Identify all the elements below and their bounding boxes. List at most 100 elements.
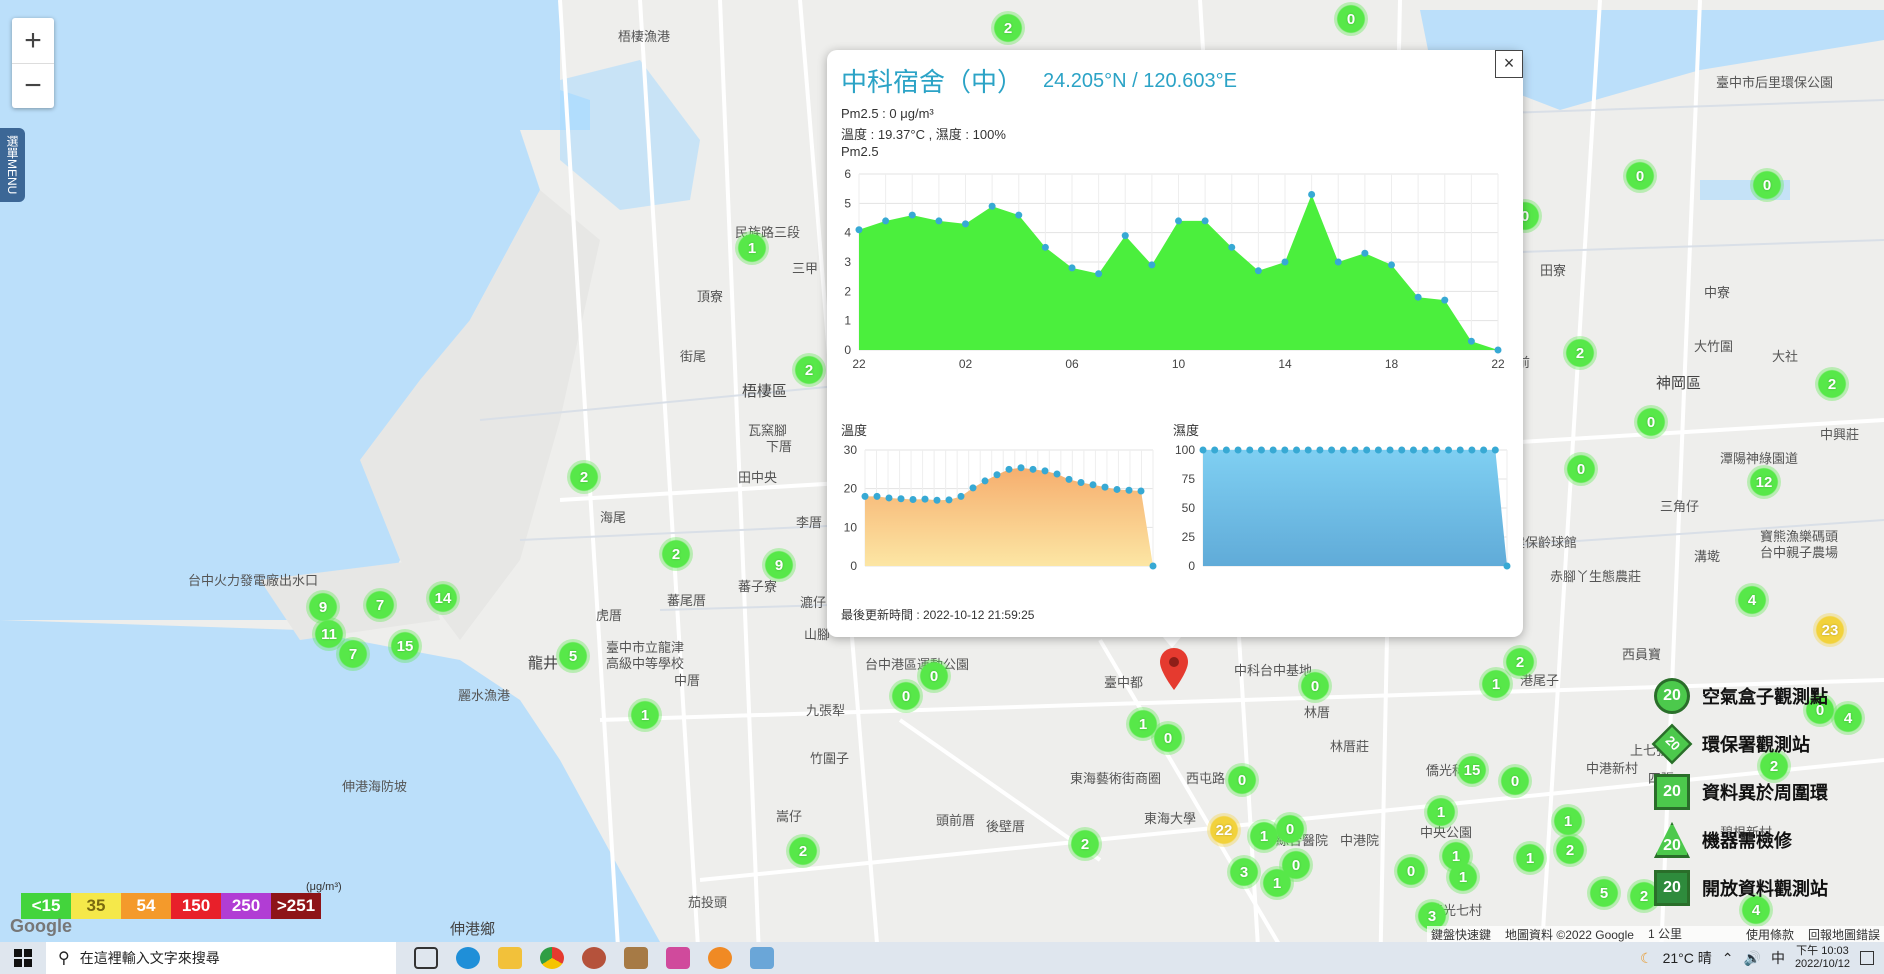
menu-tab[interactable]: 選單MENU [0,128,25,202]
station-type-item[interactable]: 20 資料異於周圍環 [1654,768,1884,816]
pm25-chart-label: Pm2.5 [841,144,879,159]
y-tick-label: 50 [1182,501,1196,515]
place-label: 龍井 [528,655,559,672]
station-type-label: 空氣盒子觀測點 [1702,687,1828,707]
place-label: 茄投頭 [688,895,728,910]
sensor-marker[interactable]: 2 [792,353,826,387]
weather-text[interactable]: 21°C 晴 [1663,948,1712,968]
data-point [1361,249,1369,257]
terms-link[interactable]: 使用條款 [1746,926,1794,943]
sensor-marker[interactable]: 0 [1623,159,1657,193]
place-label: 高級中等學校 [606,656,685,671]
sensor-marker[interactable]: 15 [1455,753,1489,787]
sensor-marker[interactable]: 2 [1553,833,1587,867]
sensor-marker[interactable]: 5 [556,639,590,673]
sensor-marker[interactable]: 1 [735,231,769,265]
sensor-marker[interactable]: 2 [1815,367,1849,401]
place-label: 梧棲漁港 [618,29,671,44]
chrome-icon[interactable] [540,947,564,969]
ime-indicator[interactable]: 中 [1771,948,1785,968]
x-tick-label: 22 [1491,357,1505,370]
app-icon-2[interactable] [624,947,648,969]
file-explorer-icon[interactable] [498,947,522,969]
sensor-marker[interactable]: 2 [567,460,601,494]
app-icon[interactable] [582,947,606,969]
keyboard-shortcuts-link[interactable]: 鍵盤快速鍵 [1431,926,1491,943]
sensor-marker[interactable]: 0 [1151,721,1185,755]
report-error-link[interactable]: 回報地圖錯誤 [1808,926,1880,943]
data-point [1113,485,1121,493]
start-button[interactable] [0,949,46,967]
sensor-marker[interactable]: 12 [1747,465,1781,499]
sensor-marker[interactable]: 1 [1260,866,1294,900]
data-point [1149,562,1157,570]
sensor-marker[interactable]: 0 [1750,168,1784,202]
data-point [1386,446,1394,454]
map-view[interactable]: 梧棲漁港三塊厝民族路三段三甲頂寮街尾梧棲區瓦窯腳下厝田中央海尾李厝台中火力發電廠… [0,0,1884,942]
sensor-marker[interactable]: 22 [1207,813,1241,847]
sensor-marker[interactable]: 0 [1298,669,1332,703]
sensor-marker[interactable]: 14 [426,581,460,615]
data-point [1175,217,1182,225]
sensor-marker[interactable]: 0 [1334,2,1368,36]
app-icon-3[interactable] [666,947,690,969]
sensor-marker[interactable]: 1 [1446,860,1480,894]
place-label: 麗水漁港 [458,688,511,703]
notification-icon[interactable] [1860,951,1874,965]
station-type-item[interactable]: 20 開放資料觀測站 [1654,864,1884,912]
humidity-chart-label: 濕度 [1173,423,1200,438]
sensor-marker[interactable]: 1 [1513,841,1547,875]
y-tick-label: 1 [844,314,851,328]
place-label: 林厝 [1304,705,1331,720]
station-type-item[interactable]: 20 空氣盒子觀測點 [1654,672,1884,720]
sensor-marker[interactable]: 2 [991,11,1025,45]
sensor-marker[interactable]: 4 [1735,583,1769,617]
app-icon-4[interactable] [750,947,774,969]
series-area [865,467,1153,566]
zoom-out-button[interactable]: − [12,63,54,108]
sensor-marker[interactable]: 0 [889,679,923,713]
data-point [855,226,863,234]
sensor-marker[interactable]: 2 [1563,336,1597,370]
sensor-marker[interactable]: 0 [1498,764,1532,798]
scale-bar[interactable]: 1 公里 [1647,925,1732,942]
zoom-in-button[interactable]: + [12,18,54,63]
speaker-icon[interactable]: 🔊 [1744,950,1761,967]
sensor-marker[interactable]: 1 [1479,667,1513,701]
blender-icon[interactable] [708,947,732,969]
sensor-marker[interactable]: 1 [628,698,662,732]
sensor-marker[interactable]: 7 [336,637,370,671]
task-view-icon[interactable] [414,947,438,969]
sensor-marker[interactable]: 3 [1227,855,1261,889]
clock[interactable]: 下午 10:03 2022/10/12 [1795,945,1850,971]
sensor-marker[interactable]: 9 [762,548,796,582]
sensor-marker[interactable]: 0 [1273,812,1307,846]
station-type-icon: 20 [1651,723,1693,765]
sensor-marker[interactable]: 2 [786,834,820,868]
sensor-marker[interactable]: 0 [917,659,951,693]
sensor-marker[interactable]: 0 [1394,854,1428,888]
sensor-marker[interactable]: 0 [1225,763,1259,797]
taskbar-search[interactable]: ⚲ 在這裡輸入文字來搜尋 [46,942,396,974]
sensor-marker[interactable]: 0 [1564,452,1598,486]
place-label: 中厝 [674,673,701,688]
sensor-marker[interactable]: 2 [659,537,693,571]
sensor-marker[interactable]: 2 [1068,827,1102,861]
chevron-up-icon[interactable]: ⌃ [1722,950,1734,967]
sensor-marker[interactable]: 5 [1587,876,1621,910]
station-type-item[interactable]: 20 環保署觀測站 [1651,720,1884,768]
location-pin-icon[interactable] [1160,648,1188,690]
data-point [882,217,890,225]
close-button[interactable]: × [1495,50,1523,78]
zoom-control: + − [12,18,54,108]
y-tick-label: 20 [844,482,858,496]
sensor-marker[interactable]: 15 [388,629,422,663]
station-type-item[interactable]: 20 機器需檢修 [1654,816,1884,864]
station-type-label: 機器需檢修 [1702,831,1792,851]
sensor-marker[interactable]: 7 [363,588,397,622]
edge-browser-icon[interactable] [456,947,480,969]
sensor-marker[interactable]: 0 [1634,405,1668,439]
sensor-marker[interactable]: 1 [1424,795,1458,829]
place-label: 李厝 [796,515,823,530]
sensor-marker[interactable]: 23 [1813,613,1847,647]
